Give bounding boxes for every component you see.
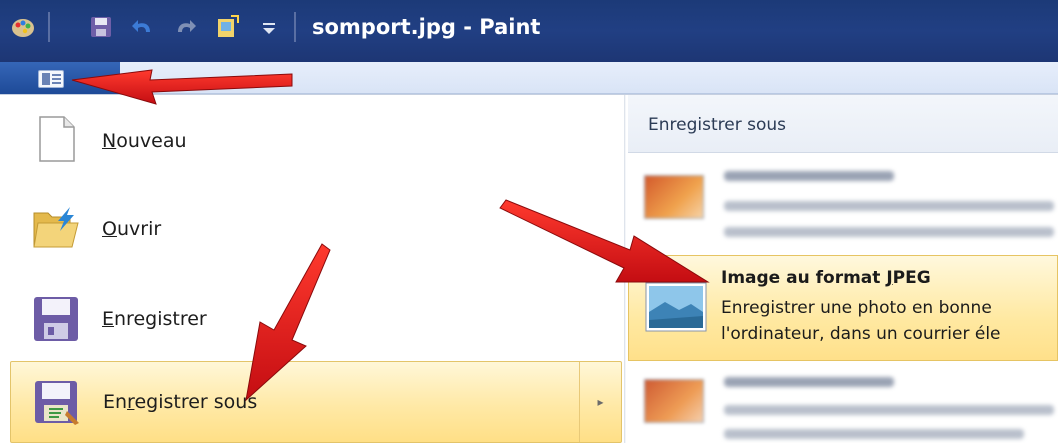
jpeg-option-description: l'ordinateur, dans un courrier éle [721, 324, 1001, 344]
save-as-icon [35, 381, 79, 425]
submenu-arrow-button[interactable]: ▸ [579, 362, 621, 442]
blurred-text [724, 171, 894, 181]
qat-separator [294, 12, 296, 42]
menu-item-save[interactable]: Enregistrer [10, 275, 622, 363]
menu-item-label: Ouvrir [102, 218, 162, 240]
open-folder-icon [33, 207, 79, 248]
pane-divider [624, 95, 626, 443]
application-menu: Nouveau Ouvrir Enregistrer Enregistrer s… [0, 94, 1058, 443]
menu-item-open[interactable]: Ouvrir [10, 185, 622, 273]
menu-item-save-as[interactable]: Enregistrer sous ▸ [10, 361, 622, 443]
save-as-panel-title: Enregistrer sous [648, 115, 786, 135]
save-as-panel: Enregistrer sous Image au format JPEG En… [628, 95, 1058, 443]
menu-item-new[interactable]: Nouveau [10, 97, 622, 185]
qat-separator [48, 12, 50, 42]
undo-icon[interactable] [130, 14, 156, 40]
title-bar: somport.jpg - Paint [0, 0, 1058, 62]
new-file-icon [39, 116, 75, 162]
blurred-text [724, 405, 1054, 415]
blurred-text [724, 227, 1054, 237]
redo-icon[interactable] [172, 14, 198, 40]
save-icon[interactable] [88, 14, 114, 40]
jpeg-option-description: Enregistrer une photo en bonne [721, 298, 992, 318]
new-image-icon[interactable] [214, 14, 240, 40]
save-as-panel-header: Enregistrer sous [628, 95, 1058, 153]
menu-item-label: Enregistrer [102, 308, 207, 330]
menu-item-label: Nouveau [102, 130, 187, 152]
image-thumbnail-icon [644, 379, 704, 423]
blurred-text [724, 377, 894, 387]
image-thumbnail-icon [644, 175, 704, 219]
blurred-text [724, 201, 1054, 211]
save-option-jpeg[interactable]: Image au format JPEG Enregistrer une pho… [628, 255, 1058, 361]
paint-app-icon[interactable] [10, 14, 36, 40]
jpeg-option-title: Image au format JPEG [721, 268, 931, 288]
window-title: somport.jpg - Paint [312, 15, 541, 39]
chevron-right-icon: ▸ [597, 395, 604, 409]
menu-command-list: Nouveau Ouvrir Enregistrer Enregistrer s… [10, 95, 622, 443]
save-option-blurred[interactable] [628, 365, 1058, 443]
customize-arrow-icon[interactable] [256, 14, 282, 40]
menu-item-label: Enregistrer sous [103, 391, 258, 413]
ribbon-strip [0, 62, 1058, 94]
save-disk-icon [34, 297, 78, 341]
save-option-blurred[interactable] [628, 157, 1058, 253]
landscape-image-icon [645, 282, 707, 332]
application-menu-button[interactable] [0, 62, 120, 94]
blurred-text [724, 429, 1024, 439]
menu-icon [38, 70, 64, 88]
